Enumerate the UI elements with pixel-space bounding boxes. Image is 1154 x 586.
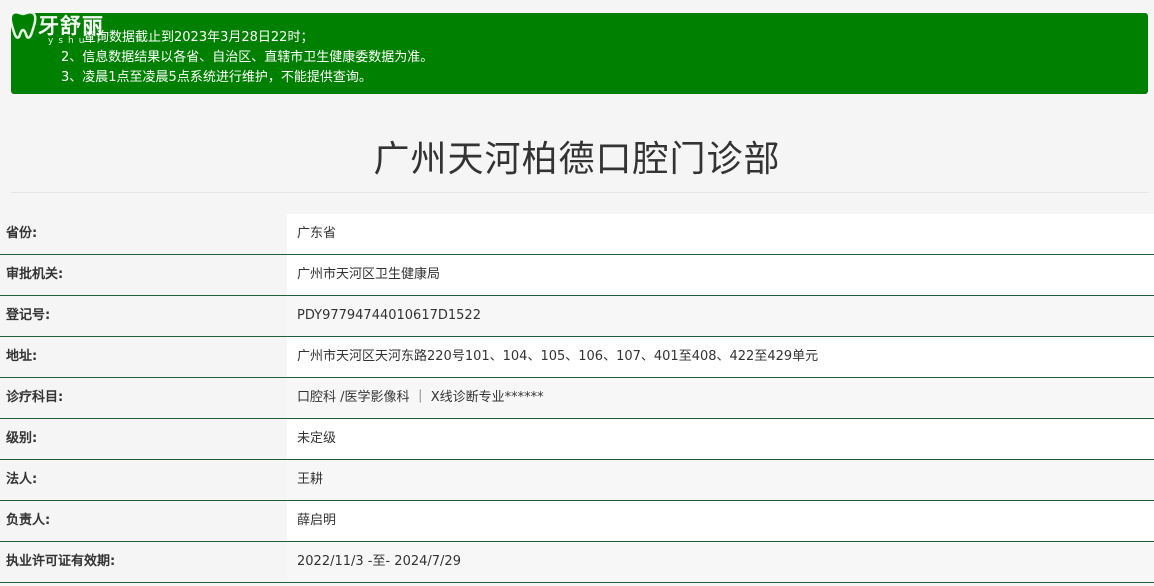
row-value: 2022/11/3 -至- 2024/7/29 — [287, 542, 1154, 582]
row-value: 口腔科 /医学影像科 ｜ X线诊断专业****** — [287, 378, 1154, 418]
notice-line-3: 3、凌晨1点至凌晨5点系统进行维护，不能提供查询。 — [61, 70, 372, 85]
row-label: 诊疗科目: — [0, 378, 287, 418]
row-value: 未定级 — [287, 419, 1154, 459]
row-value: 广东省 — [287, 214, 1154, 254]
row-label: 级别: — [0, 419, 287, 459]
table-row: 诊疗科目: 口腔科 /医学影像科 ｜ X线诊断专业****** — [0, 378, 1154, 419]
table-row: 级别: 未定级 — [0, 419, 1154, 460]
table-row: 执业许可证有效期: 2022/11/3 -至- 2024/7/29 — [0, 542, 1154, 583]
row-value: 王耕 — [287, 460, 1154, 500]
table-row: 法人: 王耕 — [0, 460, 1154, 501]
table-row: 登记号: PDY97794744010617D1522 — [0, 296, 1154, 337]
row-label: 负责人: — [0, 501, 287, 541]
table-row: 地址: 广州市天河区天河东路220号101、104、105、106、107、40… — [0, 337, 1154, 378]
row-label: 法人: — [0, 460, 287, 500]
table-row: 负责人: 薛启明 — [0, 501, 1154, 542]
row-label: 执业许可证有效期: — [0, 542, 287, 582]
row-label: 地址: — [0, 337, 287, 377]
page-title: 广州天河柏德口腔门诊部 — [373, 139, 781, 180]
row-label: 登记号: — [0, 296, 287, 336]
row-label: 省份: — [0, 214, 287, 254]
title-divider — [11, 192, 1148, 193]
row-value: 广州市天河区卫生健康局 — [287, 255, 1154, 295]
info-table: 省份: 广东省 审批机关: 广州市天河区卫生健康局 登记号: PDY977947… — [0, 214, 1154, 583]
row-value: PDY97794744010617D1522 — [287, 296, 1154, 336]
row-label: 审批机关: — [0, 255, 287, 295]
row-value: 薛启明 — [287, 501, 1154, 541]
logo-watermark: 牙舒丽 yshuli — [6, 6, 136, 48]
notice-line-2: 2、信息数据结果以各省、自治区、直辖市卫生健康委数据为准。 — [61, 50, 434, 65]
table-row: 审批机关: 广州市天河区卫生健康局 — [0, 255, 1154, 296]
logo-sub-text: yshuli — [48, 36, 105, 46]
tooth-icon — [9, 10, 37, 39]
notice-banner: 查询数据截止到2023年3月28日22时； 2、信息数据结果以各省、自治区、直辖… — [11, 13, 1148, 94]
table-row: 省份: 广东省 — [0, 214, 1154, 255]
row-value: 广州市天河区天河东路220号101、104、105、106、107、401至40… — [287, 337, 1154, 377]
